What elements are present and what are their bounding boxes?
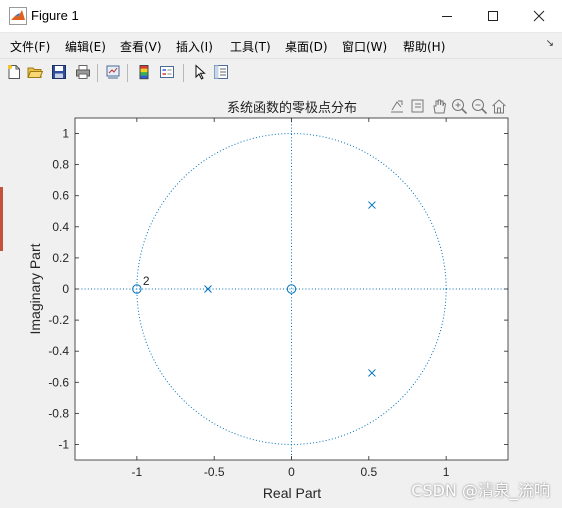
print-icon — [76, 65, 90, 79]
x-tick-label: -0.5 — [204, 465, 225, 479]
minimize-button[interactable] — [424, 0, 470, 32]
link-plot-button[interactable] — [103, 62, 123, 82]
y-tick-label: -0.2 — [48, 313, 69, 327]
close-button[interactable] — [516, 0, 562, 32]
axes-toolbar — [391, 99, 506, 115]
export-icon[interactable] — [391, 100, 403, 113]
menu-edit[interactable]: 编辑(E) — [65, 38, 106, 55]
print-button[interactable] — [73, 62, 93, 82]
maximize-button[interactable] — [470, 0, 516, 32]
zoom-out-icon[interactable] — [472, 99, 488, 115]
y-tick-label: -0.4 — [48, 344, 69, 358]
menu-window[interactable]: 窗口(W) — [342, 38, 387, 55]
toolbar-separator — [97, 64, 98, 82]
y-tick-label: -1 — [58, 437, 69, 451]
insert-colorbar-icon — [139, 65, 149, 80]
y-tick-label: 0.4 — [52, 220, 69, 234]
y-tick-label: 0 — [62, 282, 69, 296]
home-icon[interactable] — [492, 99, 506, 114]
insert-legend-icon — [160, 66, 174, 78]
property-inspector-icon — [214, 65, 228, 79]
toolbar-separator — [183, 64, 184, 82]
figure-toolbar — [0, 58, 562, 88]
y-tick-label: 0.6 — [52, 189, 69, 203]
window-title: Figure 1 — [31, 8, 79, 23]
data-tips-icon[interactable] — [411, 99, 424, 113]
insert-legend-button[interactable] — [157, 62, 177, 82]
pan-icon[interactable] — [433, 99, 447, 114]
y-tick-label: 0.8 — [52, 158, 69, 172]
open-file-icon — [27, 67, 43, 78]
window-titlebar: Figure 1 — [0, 0, 562, 33]
save-icon — [52, 65, 66, 79]
x-tick-label: -1 — [132, 465, 143, 479]
matlab-icon — [9, 7, 27, 25]
menu-insert[interactable]: 插入(I) — [176, 38, 213, 55]
menu-help[interactable]: 帮助(H) — [403, 38, 445, 55]
x-tick-label: 0 — [288, 465, 295, 479]
multiplicity-label: 2 — [143, 274, 150, 288]
y-tick-label: -0.6 — [48, 375, 69, 389]
close-icon — [533, 10, 545, 22]
edit-plot-button[interactable] — [190, 62, 210, 82]
x-tick-label: 0.5 — [360, 465, 377, 479]
new-figure-button[interactable] — [4, 62, 24, 82]
menu-bar: 文件(F) 编辑(E) 查看(V) 插入(I) 工具(T) 桌面(D) 窗口(W… — [0, 33, 562, 57]
edit-plot-pointer-icon — [195, 64, 206, 80]
menu-overflow-arrow-icon[interactable]: ↘ — [546, 38, 554, 49]
menu-file[interactable]: 文件(F) — [10, 38, 50, 55]
y-axis-label: Imaginary Part — [27, 243, 43, 334]
zero-pole-plot[interactable]: 系统函数的零极点分布 -1 -0.5 0 0.5 110.80.60.40.20… — [0, 87, 562, 508]
new-figure-icon — [8, 65, 20, 79]
y-tick-label: 1 — [62, 127, 69, 141]
save-button[interactable] — [49, 62, 69, 82]
toolbar-separator — [127, 64, 128, 82]
menu-desktop[interactable]: 桌面(D) — [285, 38, 328, 55]
y-tick-label: -0.8 — [48, 406, 69, 420]
menu-tools[interactable]: 工具(T) — [230, 38, 271, 55]
menu-view[interactable]: 查看(V) — [120, 38, 162, 55]
maximize-icon — [488, 11, 498, 21]
y-tick-label: 0.2 — [52, 251, 69, 265]
zoom-in-icon[interactable] — [452, 99, 468, 115]
watermark: CSDN @清泉_流响 — [411, 481, 550, 500]
property-inspector-button[interactable] — [211, 62, 231, 82]
link-plot-icon — [106, 65, 120, 79]
minimize-icon — [442, 16, 452, 17]
figure-canvas: 系统函数的零极点分布 -1 -0.5 0 0.5 1 1 0.8 0.6 0.4… — [0, 87, 562, 508]
open-file-button[interactable] — [25, 62, 45, 82]
plot-title: 系统函数的零极点分布 — [227, 100, 357, 116]
x-axis-label: Real Part — [263, 485, 321, 501]
insert-colorbar-button[interactable] — [134, 62, 154, 82]
